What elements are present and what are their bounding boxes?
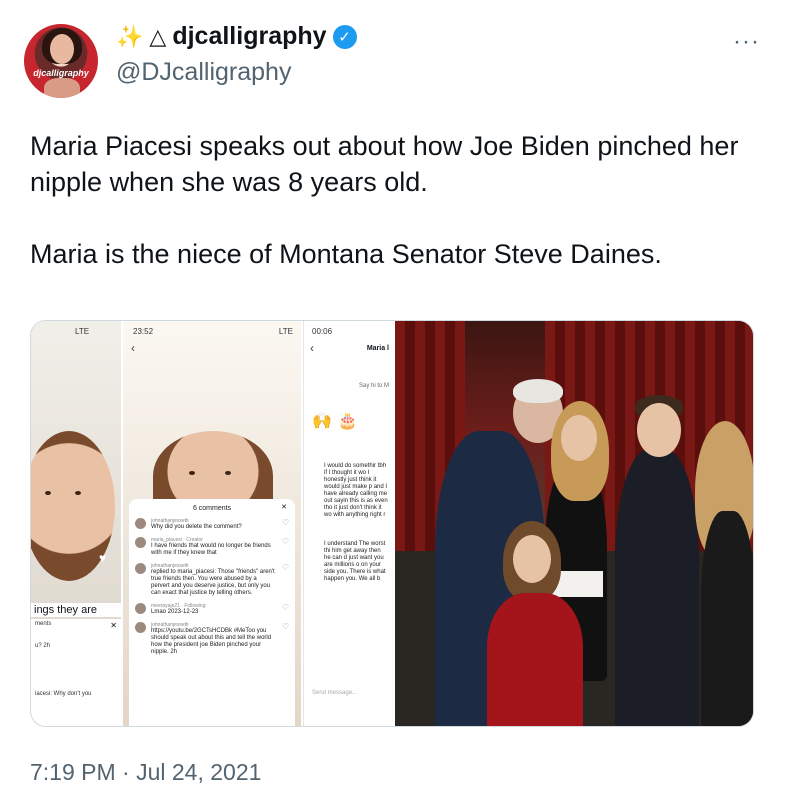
caption-banner: ings they are bbox=[31, 603, 121, 617]
media-panel-1[interactable]: LTE ♥ ings they are ments ✕ u? 2h iacesi… bbox=[31, 321, 121, 726]
comment-sheet: ments ✕ u? 2h iacesi: Why don't you bbox=[31, 619, 121, 726]
tweet-timestamp[interactable]: 7:19 PM · Jul 24, 2021 bbox=[30, 759, 261, 786]
like-icon[interactable]: ♡ bbox=[282, 563, 289, 597]
comment-sheet: 6 comments ✕ johnathanjessetti Why did y… bbox=[129, 499, 295, 726]
contact-name: Maria l bbox=[366, 345, 389, 352]
boy-head bbox=[637, 403, 681, 457]
comment-text: https://youtu.be/2GCTsHCDBk #MeToo you s… bbox=[151, 628, 272, 655]
cake-emoji-icon: 🎂 bbox=[337, 413, 358, 430]
small-girl-head bbox=[513, 535, 551, 583]
comment-text: Why did you delete the comment? bbox=[151, 524, 242, 530]
commenter-avatar bbox=[135, 563, 146, 574]
author-display-name[interactable]: djcalligraphy bbox=[172, 22, 326, 51]
author-avatar[interactable]: djcalligraphy bbox=[24, 24, 98, 98]
send-message-input[interactable]: Send message... bbox=[312, 690, 357, 696]
sparkle-icon: ✨ bbox=[116, 23, 144, 49]
like-icon[interactable]: ♡ bbox=[282, 518, 289, 531]
like-icon[interactable]: ♡ bbox=[282, 537, 289, 557]
heart-icon[interactable]: ♥ bbox=[99, 551, 106, 565]
tweet-paragraph-2: Maria is the niece of Montana Senator St… bbox=[30, 239, 662, 269]
commenter-avatar bbox=[135, 622, 146, 633]
comment-item[interactable]: johnathanjessetti replied to maria_piace… bbox=[135, 563, 289, 597]
media-panel-3[interactable]: 00:06 ‹ Maria l Say hi to M 🙌 🎂 I would … bbox=[303, 321, 393, 726]
comment-line: ments bbox=[35, 621, 52, 627]
say-hi-text: Say hi to M bbox=[358, 383, 389, 389]
eye-icon bbox=[45, 491, 51, 495]
tweet-media[interactable]: LTE ♥ ings they are ments ✕ u? 2h iacesi… bbox=[30, 320, 754, 727]
close-icon[interactable]: ✕ bbox=[281, 503, 287, 511]
back-icon[interactable]: ‹ bbox=[131, 341, 135, 355]
girl-head bbox=[561, 415, 597, 461]
status-bar-right: LTE bbox=[75, 327, 90, 336]
comment-item[interactable]: meerayaje21 · Following Lmao 2023-12-23 … bbox=[135, 603, 289, 616]
woman-figure bbox=[701, 511, 753, 726]
commenter-avatar bbox=[135, 518, 146, 529]
comments-title: 6 comments bbox=[192, 505, 232, 512]
message-bubble: I understand The worst thi him get away … bbox=[324, 541, 386, 582]
comment-text: Lmao 2023-12-23 bbox=[151, 609, 199, 615]
like-icon[interactable]: ♡ bbox=[282, 622, 289, 656]
tweet-paragraph-1: Maria Piacesi speaks out about how Joe B… bbox=[30, 131, 739, 197]
eye-icon bbox=[225, 471, 231, 475]
comment-item[interactable]: johnathanjessetti Why did you delete the… bbox=[135, 518, 289, 531]
emoji-row: 🙌 🎂 bbox=[312, 411, 358, 431]
like-icon[interactable]: ♡ bbox=[282, 603, 289, 616]
message-thread: I would do somethir tbh if I thought it … bbox=[304, 457, 393, 589]
eye-icon bbox=[189, 471, 195, 475]
eye-icon bbox=[75, 491, 81, 495]
comment-text: I have friends that would no longer be f… bbox=[151, 543, 271, 556]
tweet-text: Maria Piacesi speaks out about how Joe B… bbox=[30, 128, 760, 272]
avatar-face bbox=[50, 34, 74, 64]
comment-line: u? 2h bbox=[35, 643, 51, 649]
comment-line: iacesi: Why don't you bbox=[35, 691, 92, 697]
more-options-icon[interactable]: ··· bbox=[733, 28, 760, 56]
close-icon[interactable]: ✕ bbox=[110, 621, 117, 630]
triangle-icon: △ bbox=[149, 23, 167, 49]
commenter-avatar bbox=[135, 537, 146, 548]
comment-text: replied to maria_piacesi: Those "friends… bbox=[151, 569, 275, 596]
comment-item[interactable]: johnathanjessetti https://youtu.be/2GCTs… bbox=[135, 622, 289, 656]
media-panel-2[interactable]: 23:52 LTE ‹ 6 comments ✕ johnathanjesset… bbox=[123, 321, 301, 726]
avatar-label: djcalligraphy bbox=[33, 68, 89, 78]
message-bubble: I would do somethir tbh if I thought it … bbox=[324, 463, 388, 518]
comment-item[interactable]: maria_piacesi · Creator I have friends t… bbox=[135, 537, 289, 557]
boy-figure bbox=[615, 449, 699, 726]
status-time: 23:52 bbox=[133, 327, 154, 336]
hands-emoji-icon: 🙌 bbox=[312, 413, 332, 430]
avatar-body bbox=[44, 78, 80, 98]
verified-badge-icon: ✓ bbox=[332, 24, 357, 49]
status-time: 00:06 bbox=[312, 327, 333, 336]
author-name-row[interactable]: ✨ △ djcalligraphy ✓ bbox=[116, 22, 357, 51]
status-bar-right: LTE bbox=[278, 327, 293, 336]
back-icon[interactable]: ‹ bbox=[310, 341, 314, 355]
man-hair bbox=[513, 379, 563, 403]
commenter-avatar bbox=[135, 603, 146, 614]
author-handle[interactable]: @DJcalligraphy bbox=[116, 58, 291, 87]
small-girl-dress bbox=[487, 593, 583, 726]
media-panel-4-photo[interactable] bbox=[395, 321, 753, 726]
